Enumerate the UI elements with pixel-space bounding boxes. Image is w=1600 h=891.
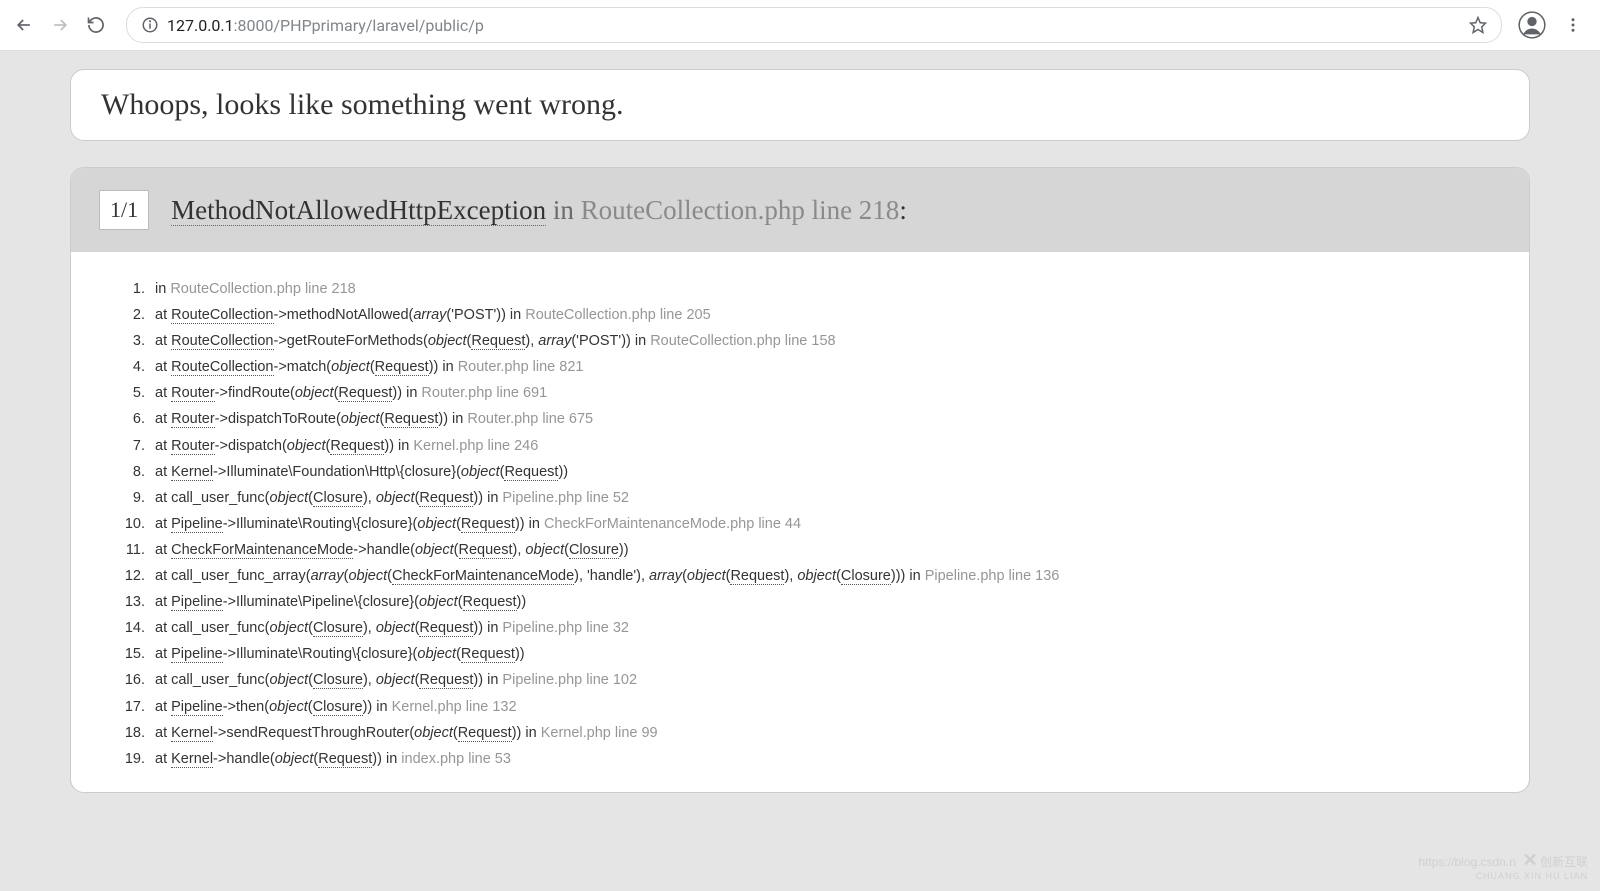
trace-class-ref[interactable]: Kernel (171, 751, 213, 768)
trace-line: at Kernel->handle(object(Request)) in in… (149, 746, 1489, 772)
address-bar[interactable]: 127.0.0.1:8000/PHPprimary/laravel/public… (126, 7, 1502, 43)
exception-container: 1/1 MethodNotAllowedHttpException in Rou… (70, 167, 1530, 793)
trace-location[interactable]: CheckForMaintenanceMode.php line 44 (544, 516, 801, 532)
trace-location[interactable]: RouteCollection.php line 158 (650, 333, 835, 349)
trace-location[interactable]: index.php line 53 (401, 751, 511, 767)
trace-class-ref[interactable]: Request (384, 411, 438, 428)
trace-location[interactable]: Pipeline.php line 102 (502, 672, 637, 688)
exception-class[interactable]: MethodNotAllowedHttpException (171, 195, 546, 226)
trace-class-ref[interactable]: Request (330, 438, 384, 455)
trace-line: at Pipeline->then(object(Closure)) in Ke… (149, 694, 1489, 720)
trace-class-ref[interactable]: RouteCollection (171, 359, 273, 376)
trace-class-ref[interactable]: Closure (841, 568, 891, 585)
trace-class-ref[interactable]: RouteCollection (171, 333, 273, 350)
trace-class-ref[interactable]: Closure (569, 542, 619, 559)
trace-class-ref[interactable]: Pipeline (171, 699, 223, 716)
trace-line: at CheckForMaintenanceMode->handle(objec… (149, 537, 1489, 563)
trace-class-ref[interactable]: Request (471, 333, 525, 350)
reload-button[interactable] (82, 11, 110, 39)
exception-title: MethodNotAllowedHttpException in RouteCo… (171, 195, 907, 226)
trace-class-ref[interactable]: Request (419, 620, 473, 637)
trace-location[interactable]: Router.php line 675 (467, 411, 593, 427)
trace-location[interactable]: Pipeline.php line 136 (925, 568, 1060, 584)
trace-class-ref[interactable]: RouteCollection (171, 307, 273, 324)
trace-location[interactable]: Router.php line 821 (458, 359, 584, 375)
trace-location[interactable]: Kernel.php line 132 (392, 699, 517, 715)
trace-class-ref[interactable]: CheckForMaintenanceMode (392, 568, 574, 585)
forward-button[interactable] (46, 11, 74, 39)
trace-class-ref[interactable]: Pipeline (171, 594, 223, 611)
trace-class-ref[interactable]: Closure (313, 620, 363, 637)
back-button[interactable] (10, 11, 38, 39)
exception-counter: 1/1 (99, 190, 149, 230)
trace-class-ref[interactable]: Request (461, 646, 515, 663)
trace-class-ref[interactable]: Pipeline (171, 646, 223, 663)
reload-icon (86, 15, 106, 35)
trace-line: at Router->findRoute(object(Request)) in… (149, 380, 1489, 406)
arrow-right-icon (50, 15, 70, 35)
trace-class-ref[interactable]: Request (459, 542, 513, 559)
trace-line: at Router->dispatchToRoute(object(Reques… (149, 406, 1489, 432)
exception-header: 1/1 MethodNotAllowedHttpException in Rou… (71, 168, 1529, 252)
url-text: 127.0.0.1:8000/PHPprimary/laravel/public… (167, 16, 484, 35)
watermark: https://blog.csdn.n ✕ 创新互联CHUANG XIN HU … (1418, 850, 1588, 881)
trace-class-ref[interactable]: Request (730, 568, 784, 585)
trace-line: at Pipeline->Illuminate\Pipeline\{closur… (149, 589, 1489, 615)
trace-class-ref[interactable]: Kernel (171, 725, 213, 742)
trace-location[interactable]: RouteCollection.php line 218 (170, 281, 355, 297)
trace-class-ref[interactable]: Request (419, 672, 473, 689)
trace-class-ref[interactable]: Pipeline (171, 516, 223, 533)
trace-class-ref[interactable]: Router (171, 385, 215, 402)
trace-location[interactable]: Kernel.php line 99 (541, 725, 658, 741)
browser-right-controls (1518, 11, 1590, 39)
stack-trace: in RouteCollection.php line 218at RouteC… (71, 252, 1529, 792)
bookmark-icon[interactable] (1469, 16, 1487, 34)
trace-line: at call_user_func_array(array(object(Che… (149, 563, 1489, 589)
trace-location[interactable]: Pipeline.php line 52 (502, 490, 629, 506)
page-body: Whoops, looks like something went wrong.… (0, 51, 1600, 823)
trace-class-ref[interactable]: Closure (313, 699, 363, 716)
trace-line: at call_user_func(object(Closure), objec… (149, 667, 1489, 693)
trace-class-ref[interactable]: Request (338, 385, 392, 402)
trace-class-ref[interactable]: Kernel (171, 464, 213, 481)
arrow-left-icon (14, 15, 34, 35)
trace-line: at Pipeline->Illuminate\Routing\{closure… (149, 511, 1489, 537)
trace-line: at RouteCollection->getRouteForMethods(o… (149, 328, 1489, 354)
trace-class-ref[interactable]: CheckForMaintenanceMode (171, 542, 353, 559)
trace-line: at RouteCollection->methodNotAllowed(arr… (149, 302, 1489, 328)
trace-class-ref[interactable]: Request (463, 594, 517, 611)
trace-location[interactable]: Kernel.php line 246 (413, 438, 538, 454)
trace-line: at Pipeline->Illuminate\Routing\{closure… (149, 641, 1489, 667)
trace-class-ref[interactable]: Router (171, 438, 215, 455)
trace-class-ref[interactable]: Request (458, 725, 512, 742)
trace-class-ref[interactable]: Closure (313, 672, 363, 689)
trace-class-ref[interactable]: Router (171, 411, 215, 428)
site-info-icon[interactable] (141, 16, 159, 34)
trace-line: at Kernel->sendRequestThroughRouter(obje… (149, 720, 1489, 746)
browser-toolbar: 127.0.0.1:8000/PHPprimary/laravel/public… (0, 0, 1600, 51)
trace-line: at call_user_func(object(Closure), objec… (149, 485, 1489, 511)
trace-class-ref[interactable]: Request (504, 464, 558, 481)
whoops-banner: Whoops, looks like something went wrong. (70, 69, 1530, 141)
trace-line: at RouteCollection->match(object(Request… (149, 354, 1489, 380)
trace-class-ref[interactable]: Request (461, 516, 515, 533)
profile-avatar-icon[interactable] (1518, 11, 1546, 39)
trace-location[interactable]: RouteCollection.php line 205 (525, 307, 710, 323)
trace-location[interactable]: Pipeline.php line 32 (502, 620, 629, 636)
exception-location[interactable]: RouteCollection.php line 218 (581, 195, 900, 225)
whoops-title: Whoops, looks like something went wrong. (101, 88, 1499, 122)
trace-class-ref[interactable]: Request (419, 490, 473, 507)
trace-line: at Kernel->Illuminate\Foundation\Http\{c… (149, 459, 1489, 485)
menu-icon[interactable] (1564, 16, 1582, 34)
trace-class-ref[interactable]: Closure (313, 490, 363, 507)
trace-location[interactable]: Router.php line 691 (421, 385, 547, 401)
trace-line: at call_user_func(object(Closure), objec… (149, 615, 1489, 641)
trace-line: in RouteCollection.php line 218 (149, 276, 1489, 302)
trace-class-ref[interactable]: Request (318, 751, 372, 768)
trace-line: at Router->dispatch(object(Request)) in … (149, 433, 1489, 459)
trace-list: in RouteCollection.php line 218at RouteC… (111, 276, 1489, 772)
trace-class-ref[interactable]: Request (375, 359, 429, 376)
